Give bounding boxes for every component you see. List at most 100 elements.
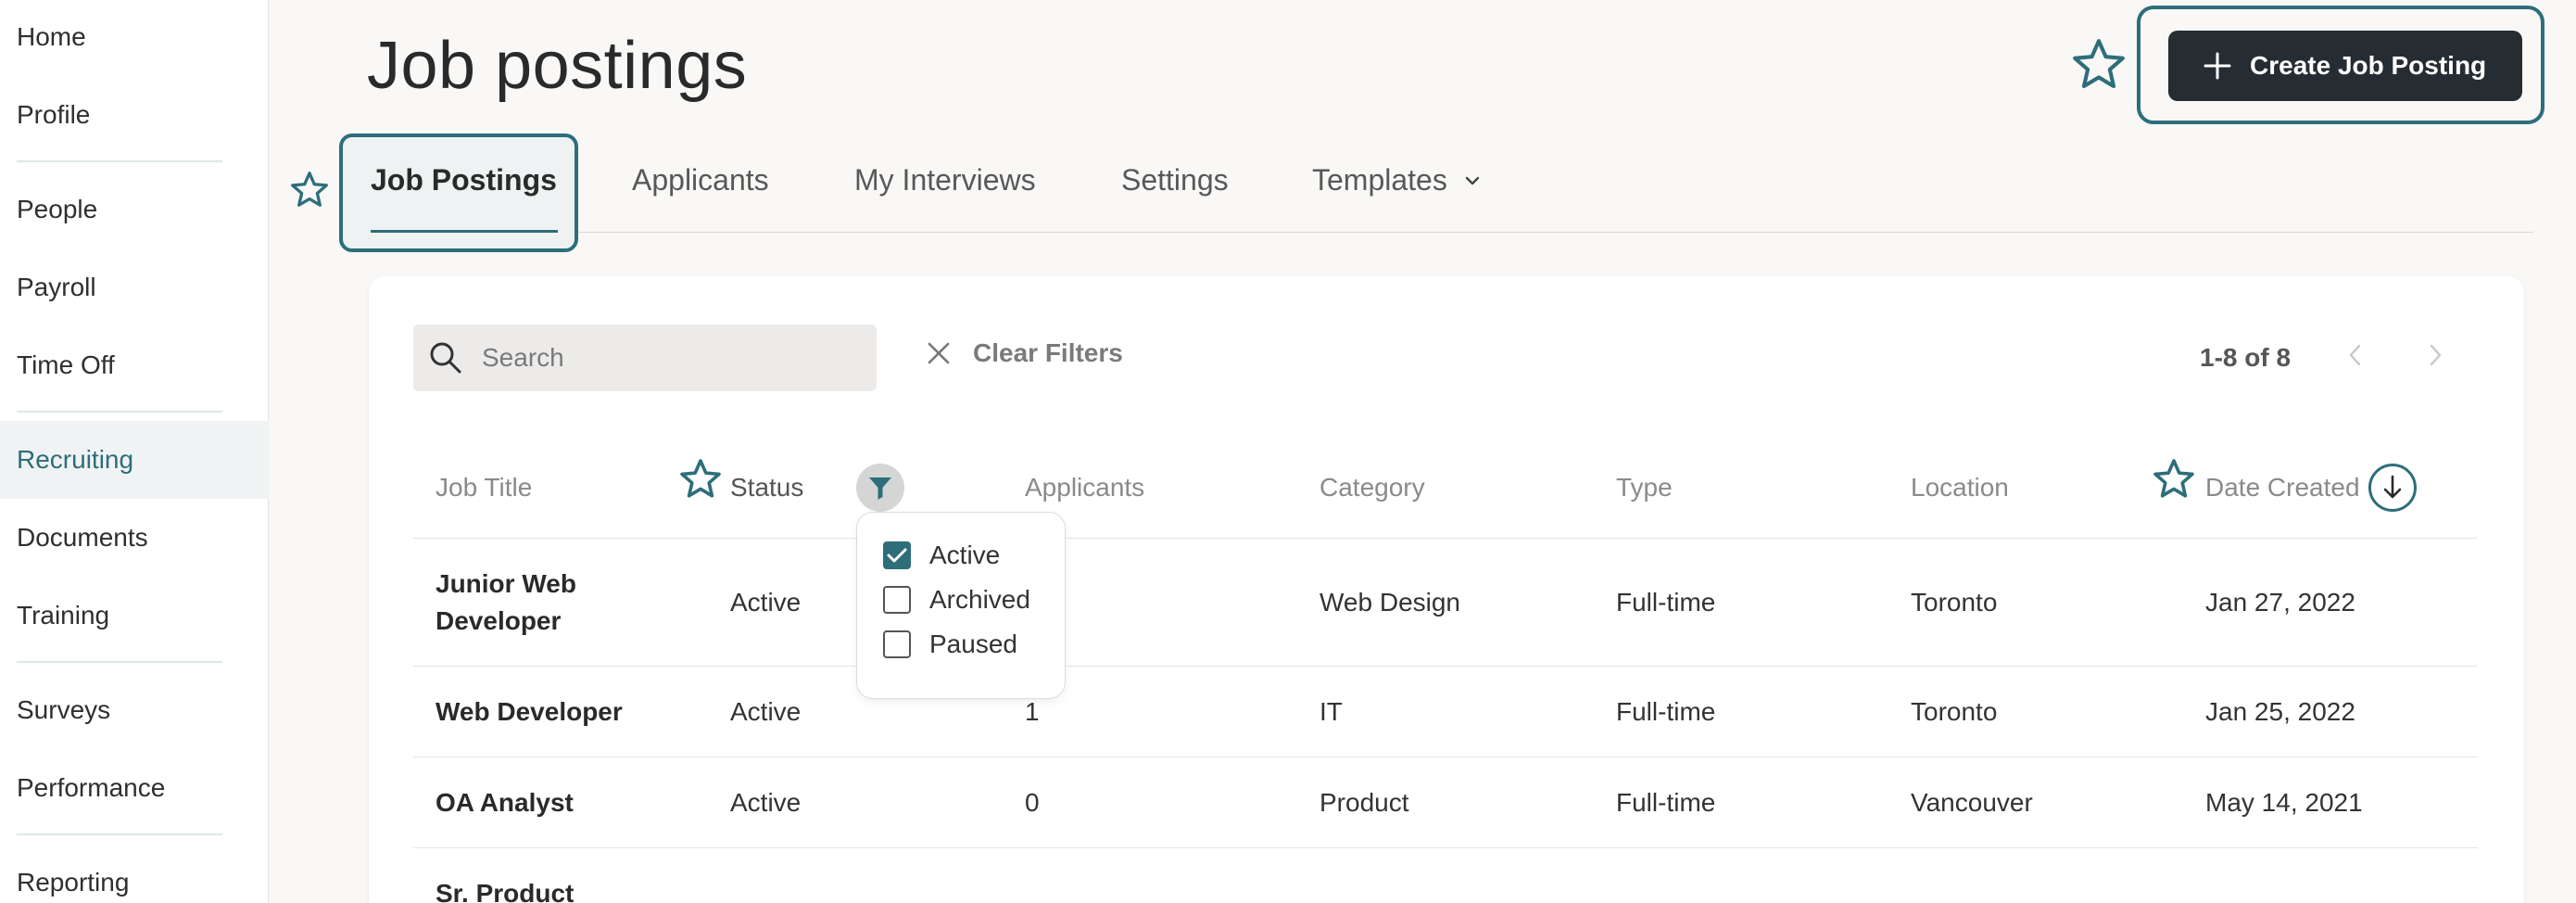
sidebar-item-documents[interactable]: Documents bbox=[0, 499, 269, 577]
column-header-status[interactable]: Status bbox=[730, 473, 803, 502]
close-icon bbox=[928, 342, 950, 364]
date-cell: Jan 25, 2022 bbox=[2205, 697, 2355, 726]
job-title-line: Developer bbox=[436, 606, 562, 635]
checkbox-paused[interactable] bbox=[883, 630, 911, 658]
column-header-category[interactable]: Category bbox=[1320, 473, 1425, 502]
sidebar-item-home[interactable]: Home bbox=[0, 0, 269, 76]
applicants-cell: 0 bbox=[1025, 788, 1040, 817]
filter-option-label: Active bbox=[929, 541, 1001, 569]
sort-direction-button[interactable] bbox=[2368, 464, 2417, 512]
star-icon bbox=[291, 172, 328, 207]
column-header-date-created[interactable]: Date Created bbox=[2205, 473, 2360, 502]
page-title: Job postings bbox=[367, 29, 748, 103]
sidebar-item-label: Surveys bbox=[17, 695, 111, 724]
tab-settings[interactable]: Settings bbox=[1121, 163, 1229, 197]
sidebar-item-surveys[interactable]: Surveys bbox=[0, 671, 269, 749]
sidebar-item-training[interactable]: Training bbox=[0, 577, 269, 655]
filter-option-paused[interactable]: Paused bbox=[883, 630, 1017, 659]
sidebar-divider bbox=[17, 661, 222, 663]
filter-option-archived[interactable]: Archived bbox=[883, 585, 1030, 615]
column-header-job-title[interactable]: Job Title bbox=[436, 473, 532, 502]
column-header-type[interactable]: Type bbox=[1616, 473, 1673, 502]
checkmark-icon bbox=[887, 548, 907, 563]
category-cell: Product bbox=[1320, 788, 1409, 817]
status-cell: Active bbox=[730, 788, 802, 817]
sidebar-divider bbox=[17, 160, 222, 162]
tab-job-postings[interactable]: Job Postings bbox=[371, 163, 557, 197]
sidebar-item-label: Reporting bbox=[17, 868, 130, 897]
date-cell: Jan 27, 2022 bbox=[2205, 588, 2355, 617]
search-input[interactable] bbox=[482, 343, 852, 373]
clear-filters-label: Clear Filters bbox=[973, 338, 1123, 367]
date-cell: May 14, 2021 bbox=[2205, 788, 2363, 817]
column-header-location[interactable]: Location bbox=[1911, 473, 2009, 502]
sidebar-item-label: Payroll bbox=[17, 273, 96, 301]
chevron-right-icon[interactable] bbox=[2428, 343, 2443, 367]
sidebar-item-time-off[interactable]: Time Off bbox=[0, 326, 269, 404]
sidebar-item-performance[interactable]: Performance bbox=[0, 749, 269, 827]
job-title-cell[interactable]: OA Analyst bbox=[436, 784, 574, 821]
filter-option-label: Paused bbox=[929, 630, 1017, 658]
filter-icon bbox=[869, 477, 891, 500]
sidebar-item-label: Recruiting bbox=[17, 445, 134, 474]
sidebar-item-label: Performance bbox=[17, 773, 166, 802]
sidebar-item-payroll[interactable]: Payroll bbox=[0, 248, 269, 326]
tab-my-interviews[interactable]: My Interviews bbox=[854, 163, 1036, 197]
checkbox-active[interactable] bbox=[883, 541, 911, 569]
checkbox-archived[interactable] bbox=[883, 586, 911, 614]
create-button-label: Create Job Posting bbox=[2250, 51, 2487, 80]
clear-filters-button[interactable]: Clear Filters bbox=[927, 338, 1123, 368]
location-cell: Toronto bbox=[1911, 588, 1998, 617]
column-header-applicants[interactable]: Applicants bbox=[1025, 473, 1144, 502]
category-cell: IT bbox=[1320, 697, 1343, 726]
star-icon bbox=[680, 459, 721, 498]
sidebar-divider bbox=[17, 833, 222, 835]
sidebar-divider bbox=[17, 411, 222, 413]
chevron-left-icon[interactable] bbox=[2348, 343, 2363, 367]
filter-option-active[interactable]: Active bbox=[883, 541, 1000, 570]
pagination-count: 1-8 of 8 bbox=[2200, 343, 2292, 372]
sidebar-item-label: Time Off bbox=[17, 350, 115, 379]
applicants-cell: 1 bbox=[1025, 697, 1040, 726]
status-filter-button[interactable] bbox=[856, 464, 904, 512]
create-job-posting-button[interactable]: Create Job Posting bbox=[2168, 31, 2522, 101]
tab-applicants[interactable]: Applicants bbox=[632, 163, 769, 197]
sidebar: Home Profile People Payroll Time Off Rec… bbox=[0, 0, 269, 903]
star-icon bbox=[2153, 459, 2194, 498]
sidebar-item-recruiting[interactable]: Recruiting bbox=[0, 421, 269, 499]
sidebar-item-label: Documents bbox=[17, 523, 148, 552]
sidebar-item-people[interactable]: People bbox=[0, 171, 269, 248]
job-title-line: Junior Web bbox=[436, 569, 576, 598]
location-cell: Vancouver bbox=[1911, 788, 2033, 817]
sidebar-item-label: Training bbox=[17, 601, 110, 630]
category-cell: Web Design bbox=[1320, 588, 1461, 617]
type-cell: Full-time bbox=[1616, 788, 1716, 817]
arrow-down-icon bbox=[2383, 475, 2402, 499]
active-tab-underline bbox=[371, 230, 558, 233]
sidebar-item-reporting[interactable]: Reporting bbox=[0, 844, 269, 903]
row-divider bbox=[413, 847, 2478, 848]
status-cell: Active bbox=[730, 588, 802, 617]
row-divider bbox=[413, 666, 2478, 667]
star-icon bbox=[2073, 39, 2125, 89]
sidebar-item-profile[interactable]: Profile bbox=[0, 76, 269, 154]
job-title-cell[interactable]: Sr. Product bbox=[436, 875, 574, 903]
sidebar-item-label: Profile bbox=[17, 100, 91, 129]
job-title-cell[interactable]: Junior Web Developer bbox=[436, 566, 576, 640]
type-cell: Full-time bbox=[1616, 588, 1716, 617]
search-box[interactable] bbox=[413, 324, 877, 391]
status-filter-dropdown: Active Archived Paused bbox=[856, 512, 1066, 699]
location-cell: Toronto bbox=[1911, 697, 1998, 726]
chevron-down-icon bbox=[1465, 176, 1480, 184]
sidebar-item-label: Home bbox=[17, 22, 86, 51]
tab-templates-label: Templates bbox=[1312, 163, 1447, 197]
sidebar-item-label: People bbox=[17, 195, 98, 223]
search-icon bbox=[430, 342, 461, 374]
row-divider bbox=[413, 538, 2478, 539]
type-cell: Full-time bbox=[1616, 697, 1716, 726]
tab-templates[interactable]: Templates bbox=[1312, 163, 1481, 197]
job-title-cell[interactable]: Web Developer bbox=[436, 693, 623, 731]
filter-option-label: Archived bbox=[929, 585, 1030, 614]
tabs-divider bbox=[578, 232, 2533, 233]
plus-icon bbox=[2203, 52, 2231, 80]
